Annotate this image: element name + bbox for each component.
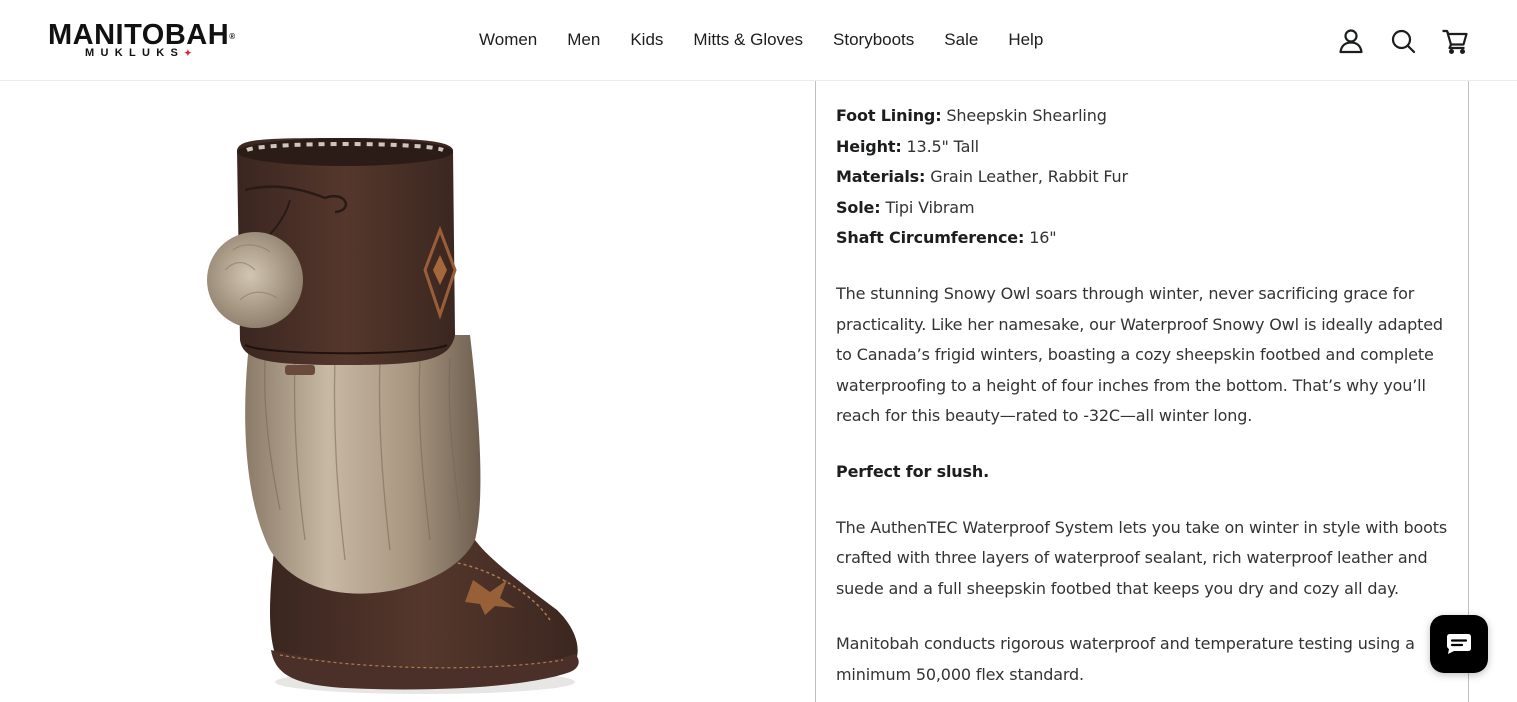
- cart-icon[interactable]: [1441, 27, 1469, 55]
- nav-mitts-gloves[interactable]: Mitts & Gloves: [693, 29, 803, 51]
- chat-button[interactable]: [1430, 615, 1488, 673]
- nav-storyboots[interactable]: Storyboots: [833, 29, 914, 51]
- spec-label: Materials:: [836, 167, 926, 187]
- spec-value: Tipi Vibram: [885, 197, 975, 217]
- nav-women[interactable]: Women: [479, 29, 537, 51]
- maple-leaf-icon: ✦: [184, 48, 192, 58]
- manitobah-logo[interactable]: MANITOBAH® MUKLUKS✦: [48, 20, 263, 64]
- mukluk-boot-image: [207, 138, 579, 694]
- account-icon[interactable]: [1337, 27, 1365, 55]
- chat-icon: [1447, 634, 1471, 654]
- nav-help[interactable]: Help: [1008, 29, 1043, 51]
- spec-value: 16": [1029, 228, 1057, 248]
- spec-shaft-circumference: Shaft Circumference: 16": [836, 223, 1456, 254]
- spec-materials: Materials: Grain Leather, Rabbit Fur: [836, 162, 1456, 193]
- logo-sub-text: MUKLUKS: [85, 47, 185, 59]
- nav-sale[interactable]: Sale: [944, 29, 978, 51]
- spec-label: Foot Lining:: [836, 106, 942, 125]
- spec-value: Sheepskin Shearling: [946, 106, 1107, 125]
- description-highlight: Perfect for slush.: [836, 461, 990, 481]
- description-intro: The stunning Snowy Owl soars through win…: [836, 283, 1443, 426]
- site-header: MANITOBAH® MUKLUKS✦ Women Men Kids Mitts…: [0, 0, 1517, 81]
- spec-label: Shaft Circumference:: [836, 228, 1025, 248]
- product-description: Foot Lining: Sheepskin Shearling Height:…: [836, 101, 1456, 691]
- description-waterproof-system: The AuthenTEC Waterproof System lets you…: [836, 517, 1448, 598]
- spec-height: Height: 13.5" Tall: [836, 132, 1456, 163]
- main-nav: Women Men Kids Mitts & Gloves Storyboots…: [464, 29, 1058, 51]
- logo-wordmark: MANITOBAH®: [48, 20, 236, 50]
- spec-label: Height:: [836, 136, 902, 156]
- spec-foot-lining: Foot Lining: Sheepskin Shearling: [836, 101, 1456, 132]
- logo-subtext: MUKLUKS✦: [85, 47, 192, 59]
- logo-registered: ®: [229, 32, 236, 41]
- spec-label: Sole:: [836, 197, 881, 217]
- description-testing: Manitobah conducts rigorous waterproof a…: [836, 634, 1415, 684]
- search-icon[interactable]: [1389, 27, 1417, 55]
- spec-value: 13.5" Tall: [906, 136, 980, 156]
- nav-men[interactable]: Men: [567, 29, 600, 51]
- product-image[interactable]: [185, 120, 605, 700]
- spec-value: Grain Leather, Rabbit Fur: [930, 167, 1128, 187]
- spec-sole: Sole: Tipi Vibram: [836, 193, 1456, 224]
- nav-kids[interactable]: Kids: [630, 29, 663, 51]
